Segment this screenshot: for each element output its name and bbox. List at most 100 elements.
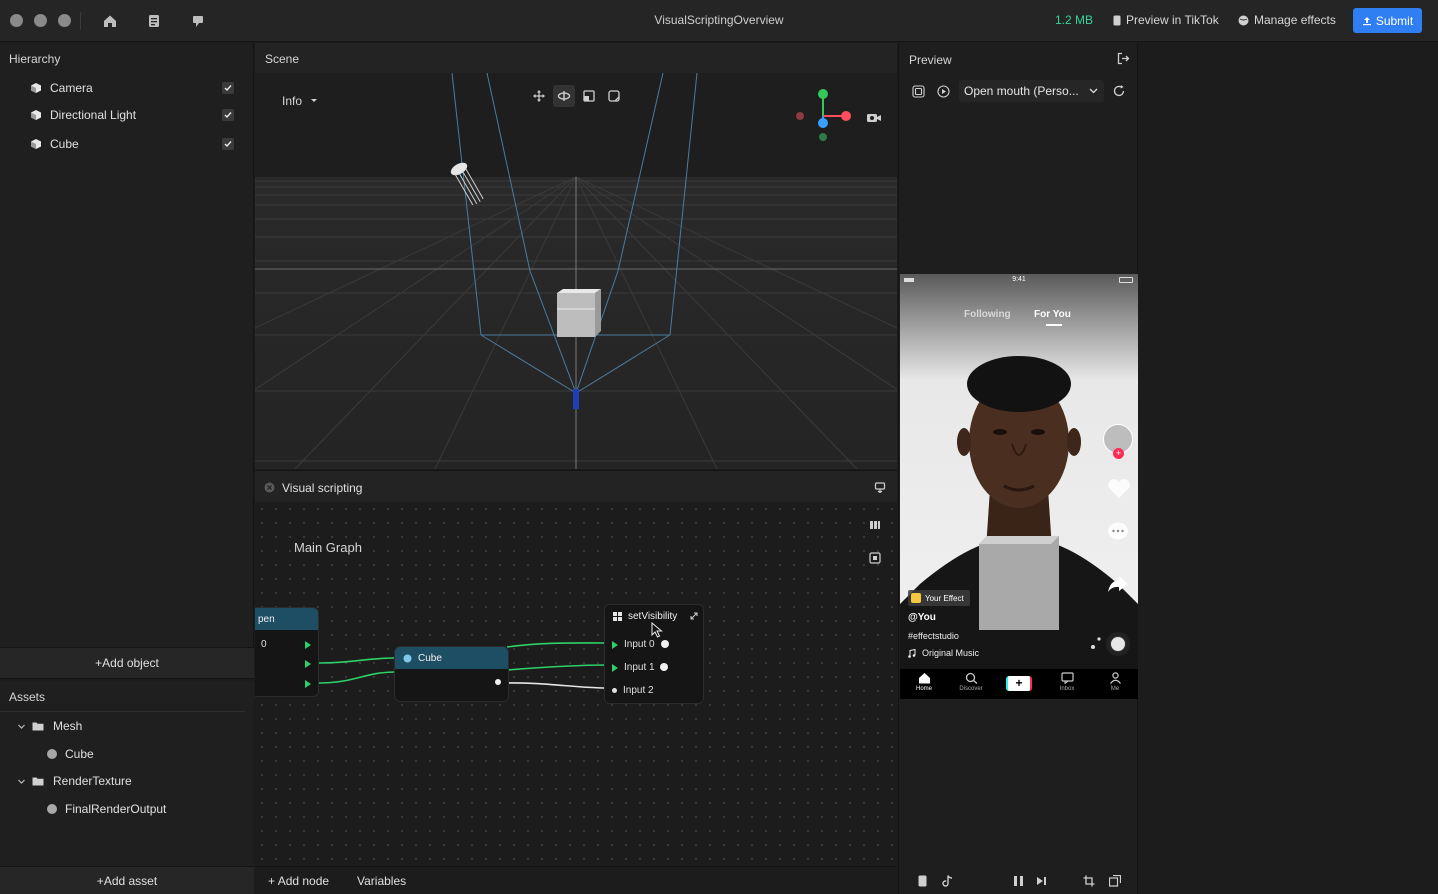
phone-preview[interactable]: 9:41 Following For You + Your Effect @Yo… — [900, 274, 1138, 699]
asset-folder-label: RenderTexture — [53, 774, 132, 788]
exec-out-port[interactable] — [305, 641, 311, 649]
comment-icon[interactable] — [1106, 521, 1130, 543]
share-icon[interactable] — [1106, 574, 1130, 594]
add-node-button[interactable]: + Add node — [268, 874, 329, 888]
move-tool-button[interactable] — [528, 85, 550, 107]
view-mode-dropdown[interactable]: Info — [282, 94, 318, 108]
set-visibility-node[interactable]: setVisibility Input 0 Input 1 Input 2 — [604, 604, 704, 704]
preview-input-select[interactable]: Open mouth (Perso... — [959, 80, 1104, 102]
camera-view-icon[interactable] — [866, 112, 882, 124]
nav-me[interactable]: Me — [1104, 672, 1126, 692]
add-asset-button[interactable]: + Add asset — [0, 866, 254, 894]
minimize-window-button[interactable] — [34, 14, 47, 27]
tab-following[interactable]: Following — [964, 309, 1011, 320]
close-panel-icon[interactable] — [264, 482, 275, 493]
visibility-checkbox[interactable] — [222, 109, 234, 121]
caption-username[interactable]: @You — [908, 612, 936, 623]
input-0-port[interactable]: Input 0 — [612, 639, 655, 650]
cube-node[interactable]: Cube — [394, 646, 509, 702]
asset-item-label: Cube — [65, 747, 94, 761]
hierarchy-item-cube[interactable]: Cube — [30, 133, 240, 155]
asset-folder-rendertexture[interactable]: RenderTexture — [17, 771, 132, 791]
rect-tool-button[interactable] — [603, 85, 625, 107]
mouse-cursor-icon — [651, 622, 663, 638]
preview-controls — [899, 868, 1139, 894]
input-2-port[interactable]: Input 2 — [612, 685, 654, 696]
variables-button[interactable]: Variables — [357, 874, 406, 888]
preview-in-tiktok-button[interactable]: Preview in TikTok — [1113, 13, 1219, 27]
crop-icon[interactable] — [1083, 875, 1095, 887]
input-1-port[interactable]: Input 1 — [612, 662, 655, 673]
input-0-value[interactable] — [661, 640, 669, 648]
document-icon[interactable] — [145, 12, 163, 30]
open-mouth-node[interactable]: pen 0 — [255, 607, 319, 697]
scale-tool-button[interactable] — [578, 85, 600, 107]
play-mode-icon[interactable] — [937, 85, 950, 98]
tab-for-you[interactable]: For You — [1034, 309, 1071, 320]
refresh-icon[interactable] — [1112, 84, 1126, 98]
object-out-port[interactable] — [495, 679, 501, 685]
submit-button[interactable]: Submit — [1353, 8, 1422, 33]
manage-effects-button[interactable]: Manage effects — [1238, 13, 1336, 27]
asset-item-cube[interactable]: Cube — [47, 744, 94, 764]
hierarchy-item-directional-light[interactable]: Directional Light — [30, 104, 240, 126]
feedback-icon[interactable] — [189, 12, 207, 30]
exec-in-icon — [612, 663, 618, 672]
nav-home[interactable]: Home — [912, 672, 936, 692]
expand-icon[interactable] — [690, 612, 698, 620]
exec-out-port[interactable] — [305, 660, 311, 668]
assets-title: Assets — [9, 690, 46, 704]
folder-icon — [32, 722, 44, 731]
maximize-window-button[interactable] — [58, 14, 71, 27]
compare-icon[interactable] — [912, 85, 925, 98]
chevron-down-icon[interactable] — [17, 722, 26, 731]
close-window-button[interactable] — [10, 14, 23, 27]
asset-folder-mesh[interactable]: Mesh — [17, 716, 82, 736]
node-header: pen — [255, 608, 318, 630]
input-1-value[interactable] — [660, 663, 668, 671]
data-in-icon — [612, 688, 617, 693]
chevron-down-icon[interactable] — [17, 777, 26, 786]
visibility-checkbox[interactable] — [222, 138, 234, 150]
follow-plus-icon[interactable]: + — [1113, 448, 1124, 459]
caption-music[interactable]: Original Music — [908, 648, 979, 658]
graph-canvas[interactable]: Main Graph pen 0 Cube setVisibility Inpu… — [255, 502, 897, 866]
checkmark-icon — [224, 141, 232, 148]
pause-icon[interactable] — [1013, 875, 1024, 887]
port-label: Input 1 — [624, 662, 655, 673]
asset-item-finalrenderoutput[interactable]: FinalRenderOutput — [47, 799, 166, 819]
port-label: Input 2 — [623, 685, 654, 696]
folder-icon — [32, 777, 44, 786]
nav-label: Inbox — [1059, 686, 1075, 692]
create-video-button[interactable]: + — [1006, 676, 1032, 691]
checkmark-icon — [224, 112, 232, 119]
preview-title: Preview — [909, 53, 952, 67]
rotate-tool-button[interactable] — [553, 85, 575, 107]
exec-out-port[interactable] — [305, 680, 311, 688]
tiktok-icon[interactable] — [942, 875, 953, 887]
nav-inbox[interactable]: Inbox — [1054, 672, 1080, 692]
exec-in-icon — [612, 640, 618, 649]
visibility-checkbox[interactable] — [222, 82, 234, 94]
object-icon — [403, 654, 412, 662]
effect-badge[interactable]: Your Effect — [908, 590, 970, 606]
like-heart-icon[interactable] — [1106, 478, 1132, 500]
device-icon[interactable] — [918, 875, 927, 887]
scene-viewport[interactable]: Info — [255, 73, 897, 469]
step-forward-icon[interactable] — [1036, 876, 1047, 886]
node-header: Cube — [395, 647, 508, 669]
caption-hashtag[interactable]: #effectstudio — [908, 631, 959, 641]
assets-panel: Assets Mesh Cube RenderTexture FinalRend… — [0, 681, 254, 866]
mesh-icon — [47, 749, 57, 759]
view-mode-label: Info — [282, 94, 303, 108]
home-icon[interactable] — [101, 12, 119, 30]
hierarchy-item-camera[interactable]: Camera — [30, 77, 240, 99]
nav-discover[interactable]: Discover — [956, 672, 986, 692]
add-object-button[interactable]: + Add object — [0, 647, 254, 679]
rotate-device-icon[interactable] — [1109, 875, 1121, 887]
music-disc-icon[interactable] — [1106, 632, 1130, 656]
add-node-label: Add node — [277, 874, 330, 888]
submit-label: Submit — [1375, 13, 1414, 28]
pop-out-icon[interactable] — [1117, 52, 1130, 65]
pin-panel-icon[interactable] — [874, 481, 886, 493]
